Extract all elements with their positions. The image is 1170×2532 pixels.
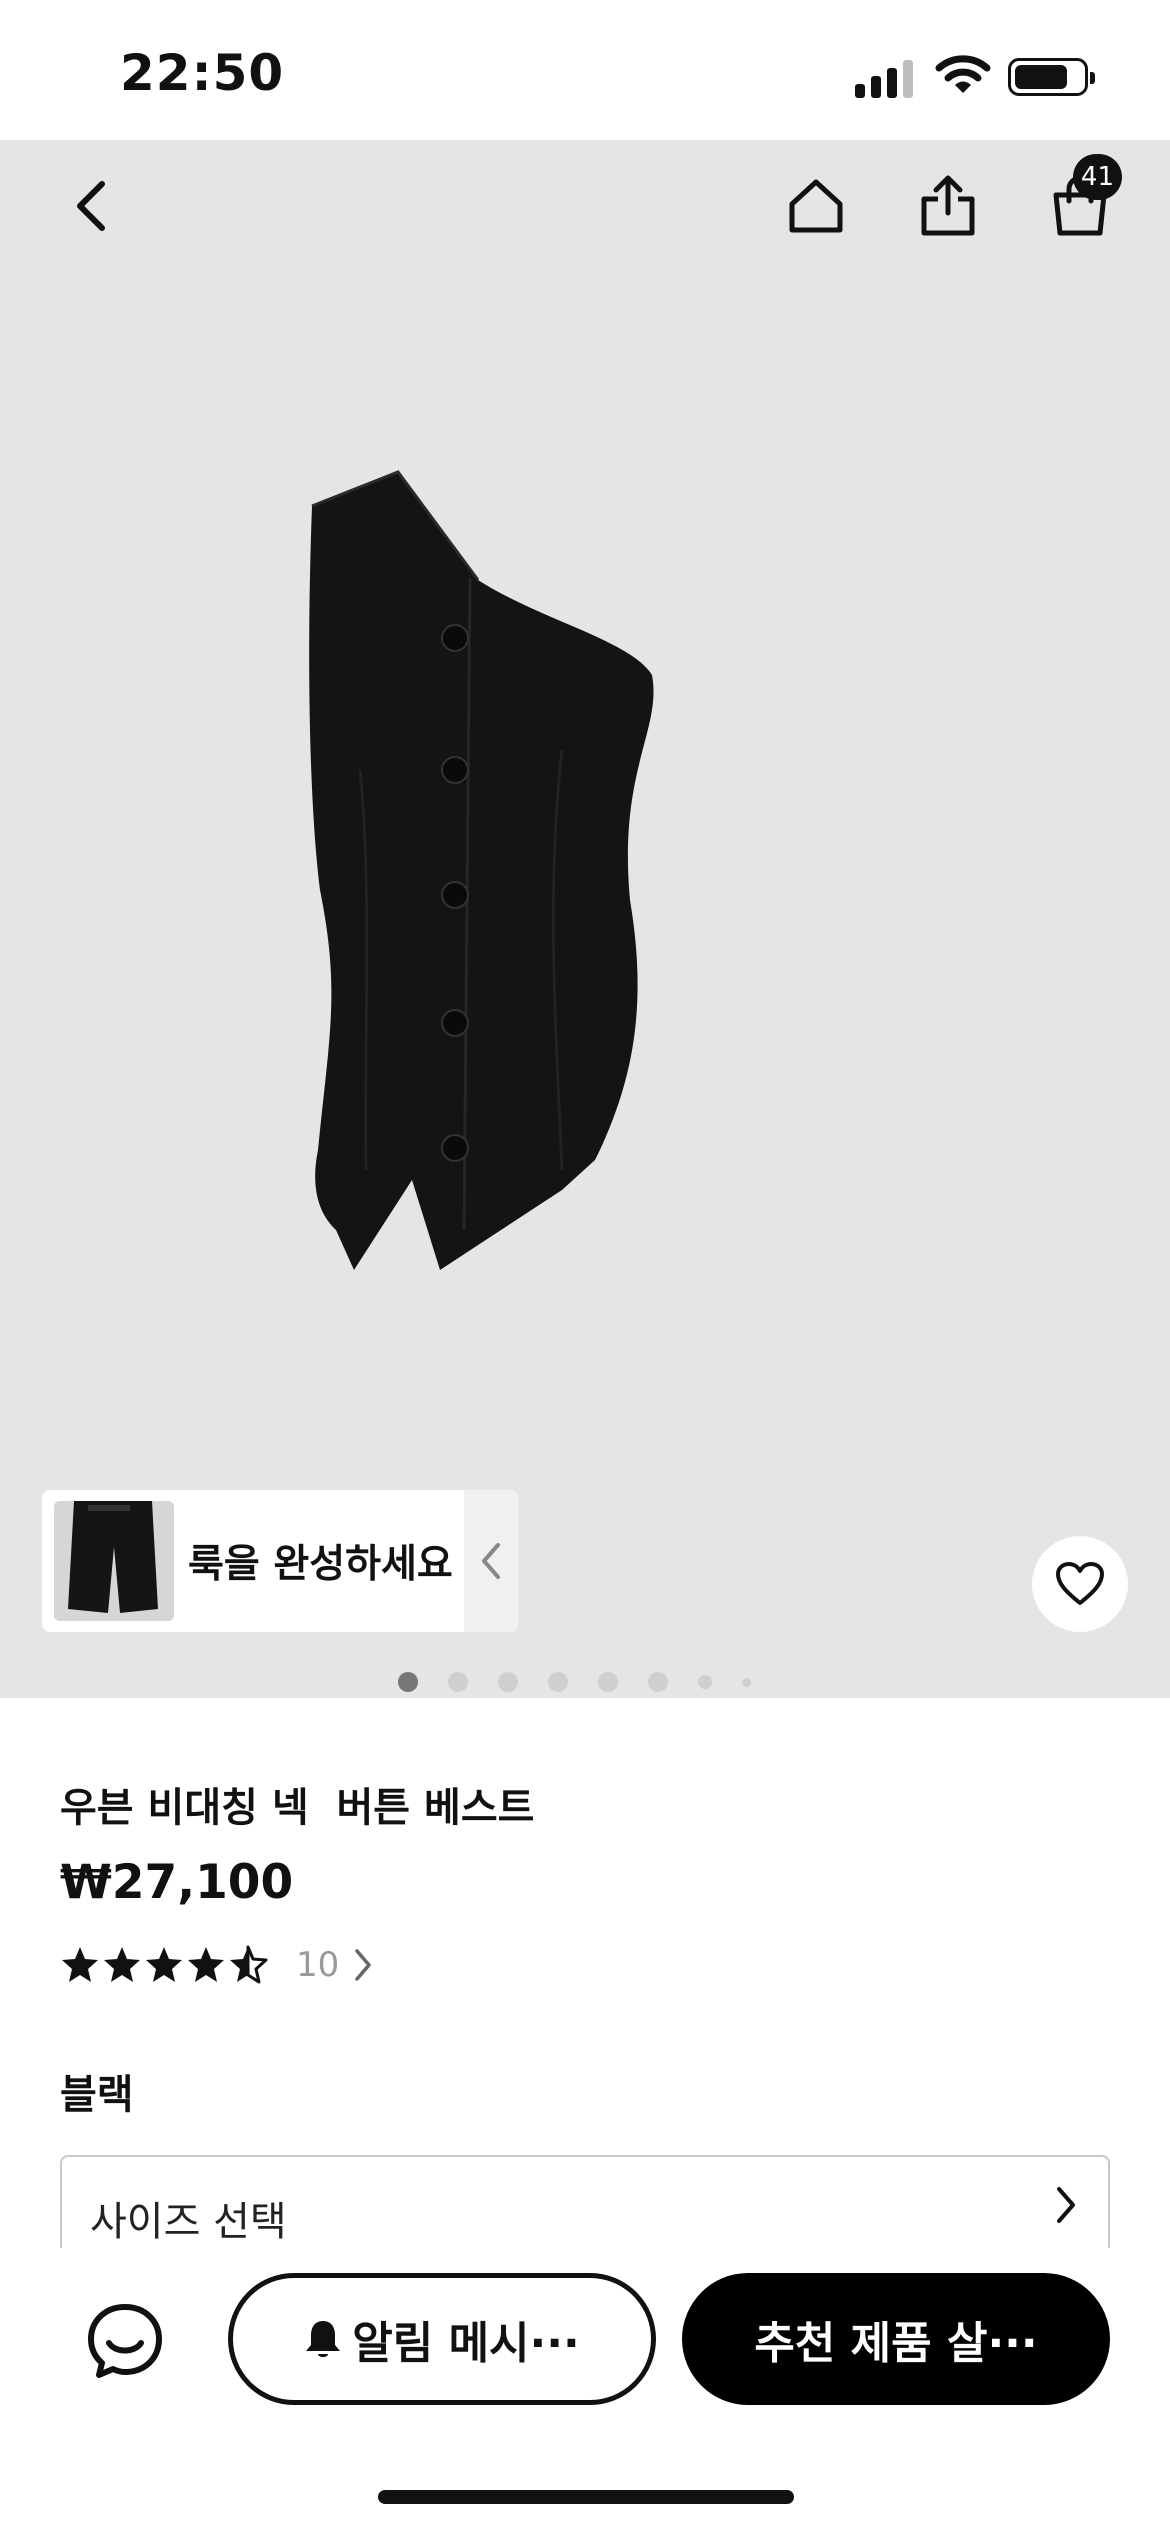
pagination-dot[interactable] bbox=[498, 1672, 518, 1692]
share-button[interactable] bbox=[906, 164, 990, 248]
look-label: 룩을 완성하세요 bbox=[188, 1542, 453, 1587]
home-icon bbox=[789, 179, 843, 233]
heart-icon bbox=[1056, 1562, 1104, 1605]
recommend-button[interactable]: 추천 제품 살··· bbox=[682, 2273, 1110, 2405]
pagination-dot[interactable] bbox=[448, 1672, 468, 1692]
star-icon bbox=[188, 1947, 224, 1982]
back-button[interactable] bbox=[48, 164, 132, 248]
product-title: 우븐 비대칭 넥 버튼 베스트 bbox=[60, 1785, 535, 1831]
star-icon bbox=[62, 1947, 98, 1982]
selected-color-label: 블랙 bbox=[60, 2072, 134, 2118]
notify-button-label: 알림 메시··· bbox=[352, 2318, 580, 2369]
star-icon bbox=[104, 1947, 140, 1982]
share-icon bbox=[921, 175, 975, 236]
cellular-signal-icon bbox=[855, 58, 915, 98]
pagination-dot[interactable] bbox=[742, 1677, 751, 1687]
chat-icon bbox=[88, 2304, 162, 2378]
half-star-icon bbox=[230, 1945, 268, 1984]
status-time: 22:50 bbox=[120, 44, 285, 102]
product-price: ₩27,100 bbox=[60, 1855, 294, 1910]
battery-icon bbox=[1008, 58, 1095, 96]
cart-button[interactable]: 41 bbox=[1038, 154, 1122, 248]
pagination-dot[interactable] bbox=[548, 1672, 568, 1692]
gallery-pagination bbox=[398, 1670, 751, 1694]
chevron-right-icon bbox=[1054, 2185, 1078, 2229]
look-thumbnail bbox=[54, 1501, 174, 1621]
collapse-look-button[interactable] bbox=[464, 1490, 518, 1632]
bell-icon bbox=[306, 2321, 341, 2357]
complete-the-look-card[interactable]: 룩을 완성하세요 bbox=[42, 1490, 518, 1632]
chevron-left-icon bbox=[482, 1543, 500, 1579]
back-icon bbox=[77, 181, 105, 231]
pagination-dot[interactable] bbox=[398, 1672, 418, 1692]
bottom-action-bar: 알림 메시··· 추천 제품 살··· bbox=[0, 2248, 1170, 2532]
pagination-dot[interactable] bbox=[648, 1672, 668, 1692]
size-select-label: 사이즈 선택 bbox=[90, 2199, 287, 2245]
pagination-dot[interactable] bbox=[598, 1672, 618, 1692]
chevron-right-icon bbox=[353, 1948, 373, 1982]
product-image[interactable] bbox=[300, 470, 870, 1380]
chat-button[interactable] bbox=[82, 2298, 168, 2384]
status-bar: 22:50 bbox=[0, 0, 1170, 140]
wishlist-button[interactable] bbox=[1032, 1536, 1128, 1632]
review-count: 10 bbox=[296, 1945, 340, 1985]
home-indicator bbox=[378, 2490, 794, 2504]
wifi-icon bbox=[935, 55, 991, 93]
recommend-button-label: 추천 제품 살··· bbox=[754, 2318, 1038, 2369]
cart-count-badge: 41 bbox=[1072, 154, 1122, 200]
pagination-dot[interactable] bbox=[698, 1675, 712, 1689]
size-select[interactable]: 사이즈 선택 bbox=[60, 2155, 1110, 2255]
home-button[interactable] bbox=[774, 164, 858, 248]
star-icon bbox=[146, 1947, 182, 1982]
notify-button[interactable]: 알림 메시··· bbox=[228, 2273, 656, 2405]
rating-row[interactable]: 10 bbox=[60, 1940, 373, 1990]
product-gallery[interactable]: 41 룩을 완성하세요 bbox=[0, 140, 1170, 1698]
